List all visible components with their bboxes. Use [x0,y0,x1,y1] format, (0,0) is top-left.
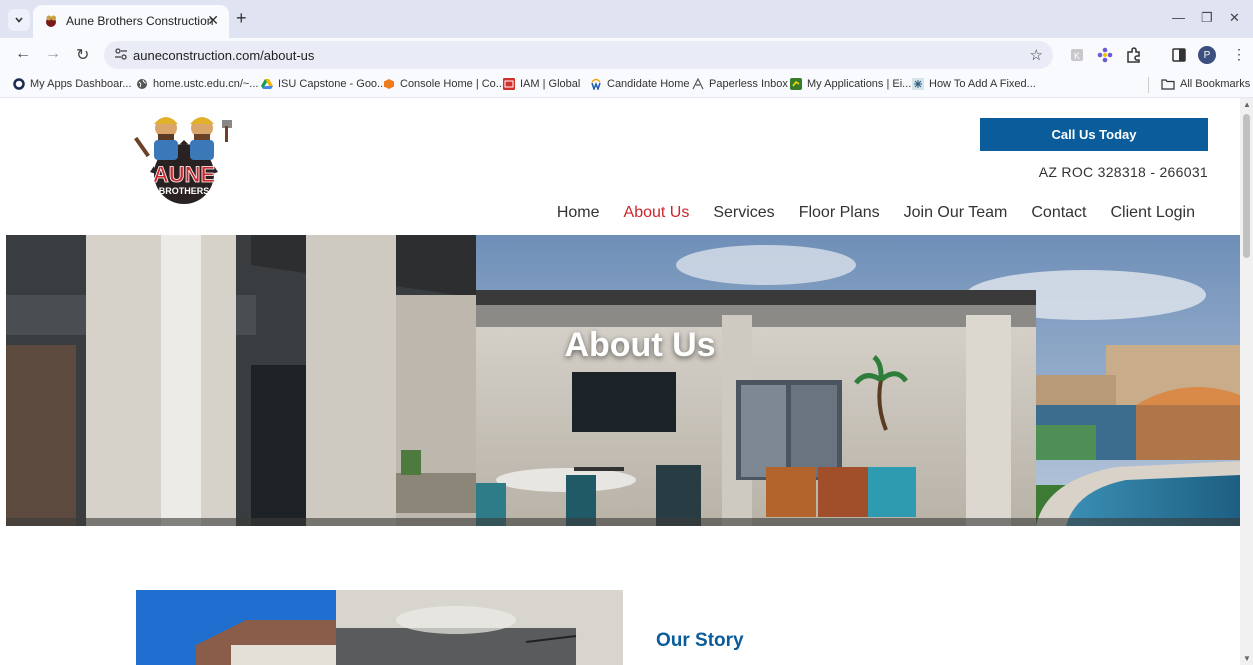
nav-floor-plans[interactable]: Floor Plans [799,204,880,222]
bookmark-item[interactable]: Paperless Inbox [692,78,788,90]
nav-home[interactable]: Home [557,204,600,222]
back-button[interactable]: ← [15,45,31,63]
url-text: auneconstruction.com/about-us [133,48,315,63]
hero-patio-image [6,235,1240,526]
extension-flower-icon[interactable] [1096,46,1114,64]
svg-text:AUNE: AUNE [153,162,215,187]
bookmark-label: IAM | Global [520,78,581,90]
profile-avatar[interactable]: P [1198,46,1216,64]
bookmark-label: Paperless Inbox [709,78,788,90]
bookmark-item[interactable]: home.ustc.edu.cn/~... [136,78,258,90]
tab-close-icon[interactable]: ✕ [207,12,219,29]
iam-icon [503,78,515,90]
our-story-heading: Our Story [656,630,744,651]
browser-tab-strip: Aune Brothers Construction ✕ + — ❐ ✕ [0,0,1253,38]
bookmark-item[interactable]: Candidate Home [590,78,690,90]
address-bar[interactable]: auneconstruction.com/about-us ☆ [104,41,1053,69]
extensions-puzzle-icon[interactable] [1125,46,1143,64]
nav-contact[interactable]: Contact [1031,204,1086,222]
extension-icon[interactable]: K [1068,46,1086,64]
hero-banner: About Us [6,235,1240,526]
bookmarks-divider [1148,77,1149,93]
bookmark-item[interactable]: ISU Capstone - Goo... [261,78,386,90]
bookmark-item[interactable]: My Apps Dashboar... [13,78,132,90]
globe-icon [137,79,147,89]
fixed-header-icon [912,78,924,90]
folder-icon [1161,79,1175,90]
hero-title: About Us [564,326,716,364]
bookmark-item[interactable]: Console Home | Co... [383,78,505,90]
new-tab-button[interactable]: + [236,9,247,27]
bookmark-label: Candidate Home [607,78,690,90]
aws-cube-icon [384,79,394,89]
browser-toolbar: ← → ↻ auneconstruction.com/about-us ☆ K … [0,38,1253,72]
google-drive-icon [261,79,273,89]
forward-button[interactable]: → [45,45,61,63]
bookmark-label: Console Home | Co... [400,78,505,90]
workday-icon [591,78,601,90]
close-window-button[interactable]: ✕ [1229,10,1240,26]
ring-icon [13,78,25,90]
tab-title: Aune Brothers Construction [66,14,214,28]
web-page: AUNE BROTHERS Call Us Today AZ ROC 32831… [0,98,1240,665]
license-number: AZ ROC 328318 - 266031 [1038,164,1208,180]
bookmark-label: How To Add A Fixed... [929,78,1036,90]
chevron-down-icon [15,17,23,23]
scroll-down-arrow-icon[interactable]: ▼ [1243,654,1251,663]
side-panel-icon[interactable] [1170,46,1188,64]
nav-client-login[interactable]: Client Login [1111,204,1196,222]
bookmark-star-icon[interactable]: ☆ [1030,46,1043,64]
aune-brothers-logo[interactable]: AUNE BROTHERS [132,106,240,206]
minimize-button[interactable]: — [1172,10,1185,25]
bookmark-item[interactable]: How To Add A Fixed... [912,78,1036,90]
scrollbar-thumb[interactable] [1243,114,1250,258]
active-tab[interactable]: Aune Brothers Construction ✕ [33,5,229,38]
all-bookmarks-button[interactable]: All Bookmarks [1161,78,1250,90]
svg-text:K: K [1074,51,1080,61]
bookmark-label: home.ustc.edu.cn/~... [153,78,259,90]
call-us-button[interactable]: Call Us Today [980,118,1208,151]
browser-menu-icon[interactable]: ⋮ [1232,46,1246,63]
reload-button[interactable]: ↻ [76,45,89,65]
bookmark-item[interactable]: IAM | Global [503,78,580,90]
paperless-icon [692,78,704,90]
nav-about-us[interactable]: About Us [624,204,690,222]
bookmark-label: ISU Capstone - Goo... [278,78,387,90]
bookmark-item[interactable]: My Applications | Ei... [790,78,911,90]
page-scrollbar[interactable]: ▲ ▼ [1240,98,1253,665]
svg-text:BROTHERS: BROTHERS [159,186,210,196]
bookmarks-bar: My Apps Dashboar... home.ustc.edu.cn/~..… [0,72,1253,98]
nav-services[interactable]: Services [713,204,774,222]
site-settings-icon[interactable] [114,47,128,61]
bookmark-label: My Applications | Ei... [807,78,912,90]
deere-icon [790,78,802,90]
bookmark-label: My Apps Dashboar... [30,78,132,90]
restore-button[interactable]: ❐ [1201,10,1213,26]
tab-search-button[interactable] [8,9,30,31]
nav-join-our-team[interactable]: Join Our Team [904,204,1008,222]
all-bookmarks-label: All Bookmarks [1180,78,1251,90]
our-story-image [136,590,623,665]
scroll-up-arrow-icon[interactable]: ▲ [1243,100,1251,109]
main-nav: Home About Us Services Floor Plans Join … [557,204,1195,222]
site-favicon-icon [46,15,56,27]
